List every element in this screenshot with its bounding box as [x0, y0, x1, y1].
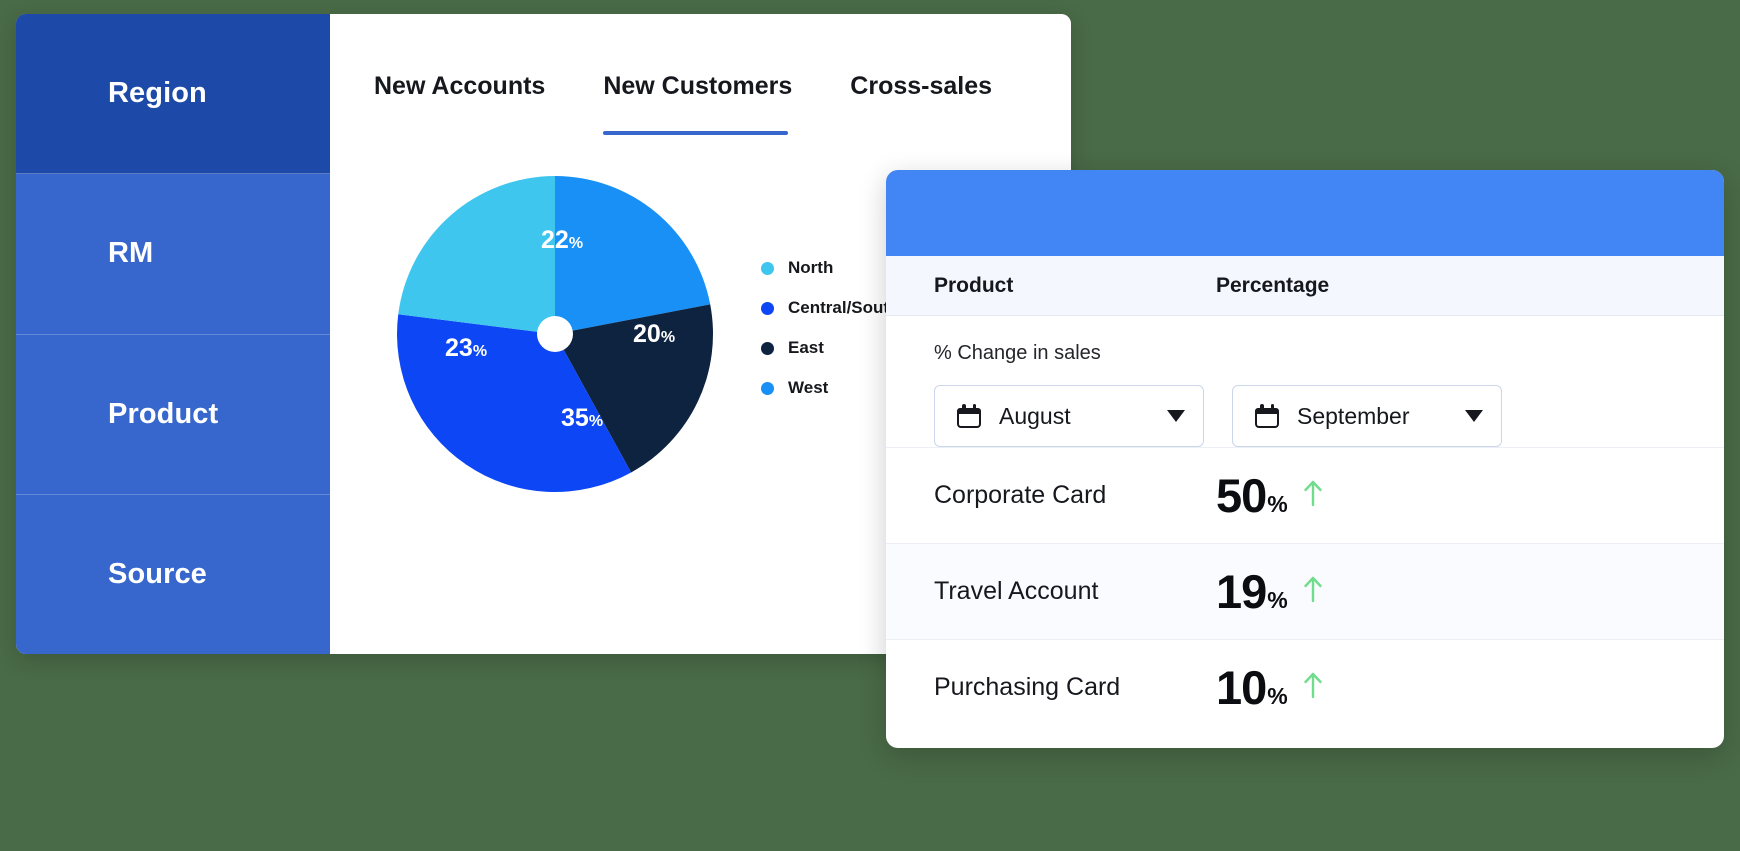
- legend-dot-icon: [761, 261, 774, 275]
- tab-new-accounts[interactable]: New Accounts: [374, 72, 545, 135]
- row-unit: %: [1267, 491, 1288, 517]
- row-product-name: Corporate Card: [934, 481, 1107, 509]
- row-product-name: Travel Account: [934, 577, 1099, 605]
- chart-legend: North Central/South East West: [761, 258, 899, 398]
- legend-item-east[interactable]: East: [761, 338, 899, 358]
- table-row[interactable]: Travel Account 19 %: [886, 543, 1724, 639]
- legend-item-west[interactable]: West: [761, 378, 899, 398]
- month-from-select[interactable]: August: [934, 385, 1204, 447]
- column-header-percentage: Percentage: [1216, 273, 1330, 297]
- chevron-down-icon: [1167, 410, 1185, 422]
- sidebar-item-label: Product: [108, 397, 219, 430]
- pie-chart: 22% 20% 35% 23%: [395, 174, 715, 494]
- pie-slice[interactable]: [398, 176, 555, 334]
- calendar-icon: [957, 404, 981, 428]
- row-percentage: 19 %: [1216, 564, 1724, 619]
- pie-chart-svg: [397, 176, 713, 492]
- trend-up-icon: [1302, 478, 1324, 513]
- tab-label: New Accounts: [374, 72, 546, 100]
- app-root: Region RM Product Source New Accounts Ne…: [0, 0, 1740, 851]
- sidebar-item-label: Source: [108, 557, 207, 590]
- row-value: 10: [1216, 661, 1267, 714]
- legend-label: Central/South: [788, 298, 900, 317]
- legend-dot-icon: [761, 381, 774, 395]
- column-header-product: Product: [934, 273, 1014, 297]
- sidebar-item-product[interactable]: Product: [16, 335, 330, 495]
- row-unit: %: [1267, 587, 1288, 613]
- month-selectors: August September: [934, 385, 1676, 447]
- month-to-value: September: [1297, 402, 1410, 429]
- trend-up-icon: [1302, 574, 1324, 609]
- legend-item-central-south[interactable]: Central/South: [761, 298, 899, 318]
- panel-banner: [886, 170, 1724, 256]
- legend-dot-icon: [761, 301, 774, 315]
- sidebar-item-label: RM: [108, 237, 154, 270]
- table-header-row: Product Percentage: [886, 256, 1724, 316]
- table-row[interactable]: Purchasing Card 10 %: [886, 639, 1724, 735]
- row-value: 19: [1216, 565, 1267, 618]
- table-body: % Change in sales August September Corpo…: [886, 316, 1724, 748]
- tab-label: New Customers: [603, 72, 793, 100]
- sidebar-item-region[interactable]: Region: [16, 14, 330, 175]
- row-percentage: 10 %: [1216, 660, 1724, 715]
- month-from-value: August: [999, 402, 1071, 429]
- table-row[interactable]: Corporate Card 50 %: [886, 447, 1724, 543]
- tab-new-customers[interactable]: New Customers: [603, 72, 792, 135]
- pie-center-hole: [537, 316, 573, 352]
- legend-label: North: [788, 258, 834, 277]
- legend-item-north[interactable]: North: [761, 258, 899, 278]
- calendar-icon: [1255, 404, 1279, 428]
- legend-label: West: [788, 378, 829, 397]
- month-to-select[interactable]: September: [1232, 385, 1502, 447]
- legend-dot-icon: [761, 341, 774, 355]
- chevron-down-icon: [1465, 410, 1483, 422]
- change-in-sales-title: % Change in sales: [934, 342, 1101, 364]
- row-value: 50: [1216, 469, 1267, 522]
- tab-bar: New Accounts New Customers Cross-sales: [330, 14, 1071, 135]
- sidebar-item-label: Region: [108, 77, 207, 110]
- sidebar: Region RM Product Source: [16, 14, 330, 654]
- product-percentage-panel: Product Percentage % Change in sales Aug…: [886, 170, 1724, 748]
- tab-label: Cross-sales: [850, 72, 993, 100]
- sidebar-item-rm[interactable]: RM: [16, 174, 330, 335]
- change-in-sales-block: % Change in sales August September: [886, 316, 1724, 447]
- row-product-name: Purchasing Card: [934, 673, 1121, 701]
- tab-cross-sales[interactable]: Cross-sales: [850, 72, 992, 135]
- row-unit: %: [1267, 683, 1288, 709]
- legend-label: East: [788, 338, 824, 357]
- row-percentage: 50 %: [1216, 468, 1724, 523]
- trend-up-icon: [1302, 670, 1324, 705]
- sidebar-item-source[interactable]: Source: [16, 495, 330, 654]
